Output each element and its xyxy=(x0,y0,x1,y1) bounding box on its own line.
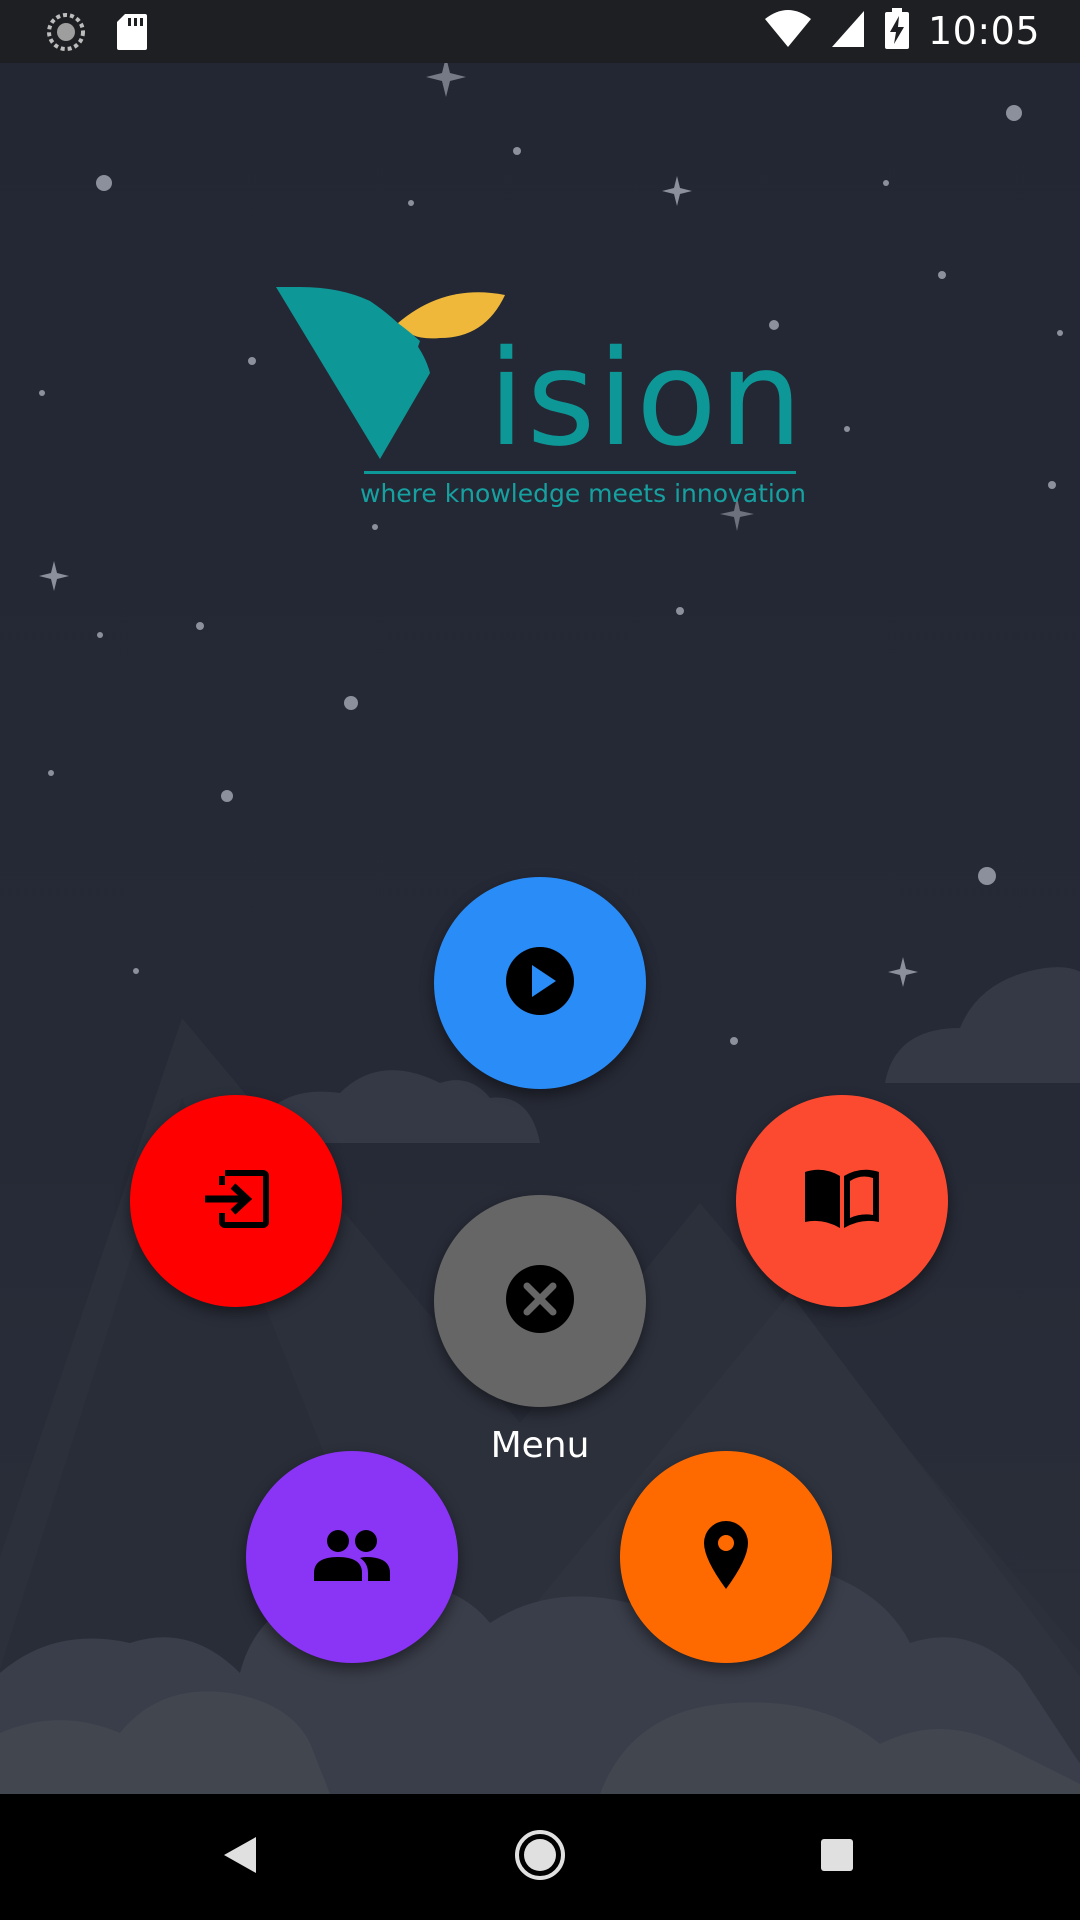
location-button[interactable] xyxy=(620,1451,832,1663)
back-icon xyxy=(218,1833,262,1881)
logo-underline xyxy=(364,471,796,474)
battery-charging-icon xyxy=(884,8,910,54)
recents-button[interactable] xyxy=(802,1822,872,1892)
navigation-bar xyxy=(0,1794,1080,1920)
location-pin-icon xyxy=(700,1519,752,1595)
login-button[interactable] xyxy=(130,1095,342,1307)
login-icon xyxy=(201,1167,271,1235)
recents-icon xyxy=(817,1835,857,1879)
sd-card-icon xyxy=(116,13,148,55)
wifi-icon xyxy=(764,9,812,53)
home-button[interactable] xyxy=(505,1822,575,1892)
back-button[interactable] xyxy=(205,1822,275,1892)
vision-logo: ision where knowledge meets innovation xyxy=(270,283,810,583)
close-icon xyxy=(504,1263,576,1339)
people-button[interactable] xyxy=(246,1451,458,1663)
status-bar: 10:05 xyxy=(0,0,1080,63)
signal-icon xyxy=(830,9,866,53)
home-icon xyxy=(513,1828,567,1886)
sync-icon xyxy=(46,12,86,56)
book-icon xyxy=(801,1168,883,1234)
logo-wordmark: ision xyxy=(488,322,805,476)
play-icon xyxy=(504,945,576,1021)
book-button[interactable] xyxy=(736,1095,948,1307)
clock: 10:05 xyxy=(927,9,1040,53)
logo-tagline: where knowledge meets innovation xyxy=(360,479,807,508)
play-button[interactable] xyxy=(434,877,646,1089)
people-icon xyxy=(312,1529,392,1585)
close-menu-button[interactable] xyxy=(434,1195,646,1407)
menu-label: Menu xyxy=(490,1425,590,1466)
